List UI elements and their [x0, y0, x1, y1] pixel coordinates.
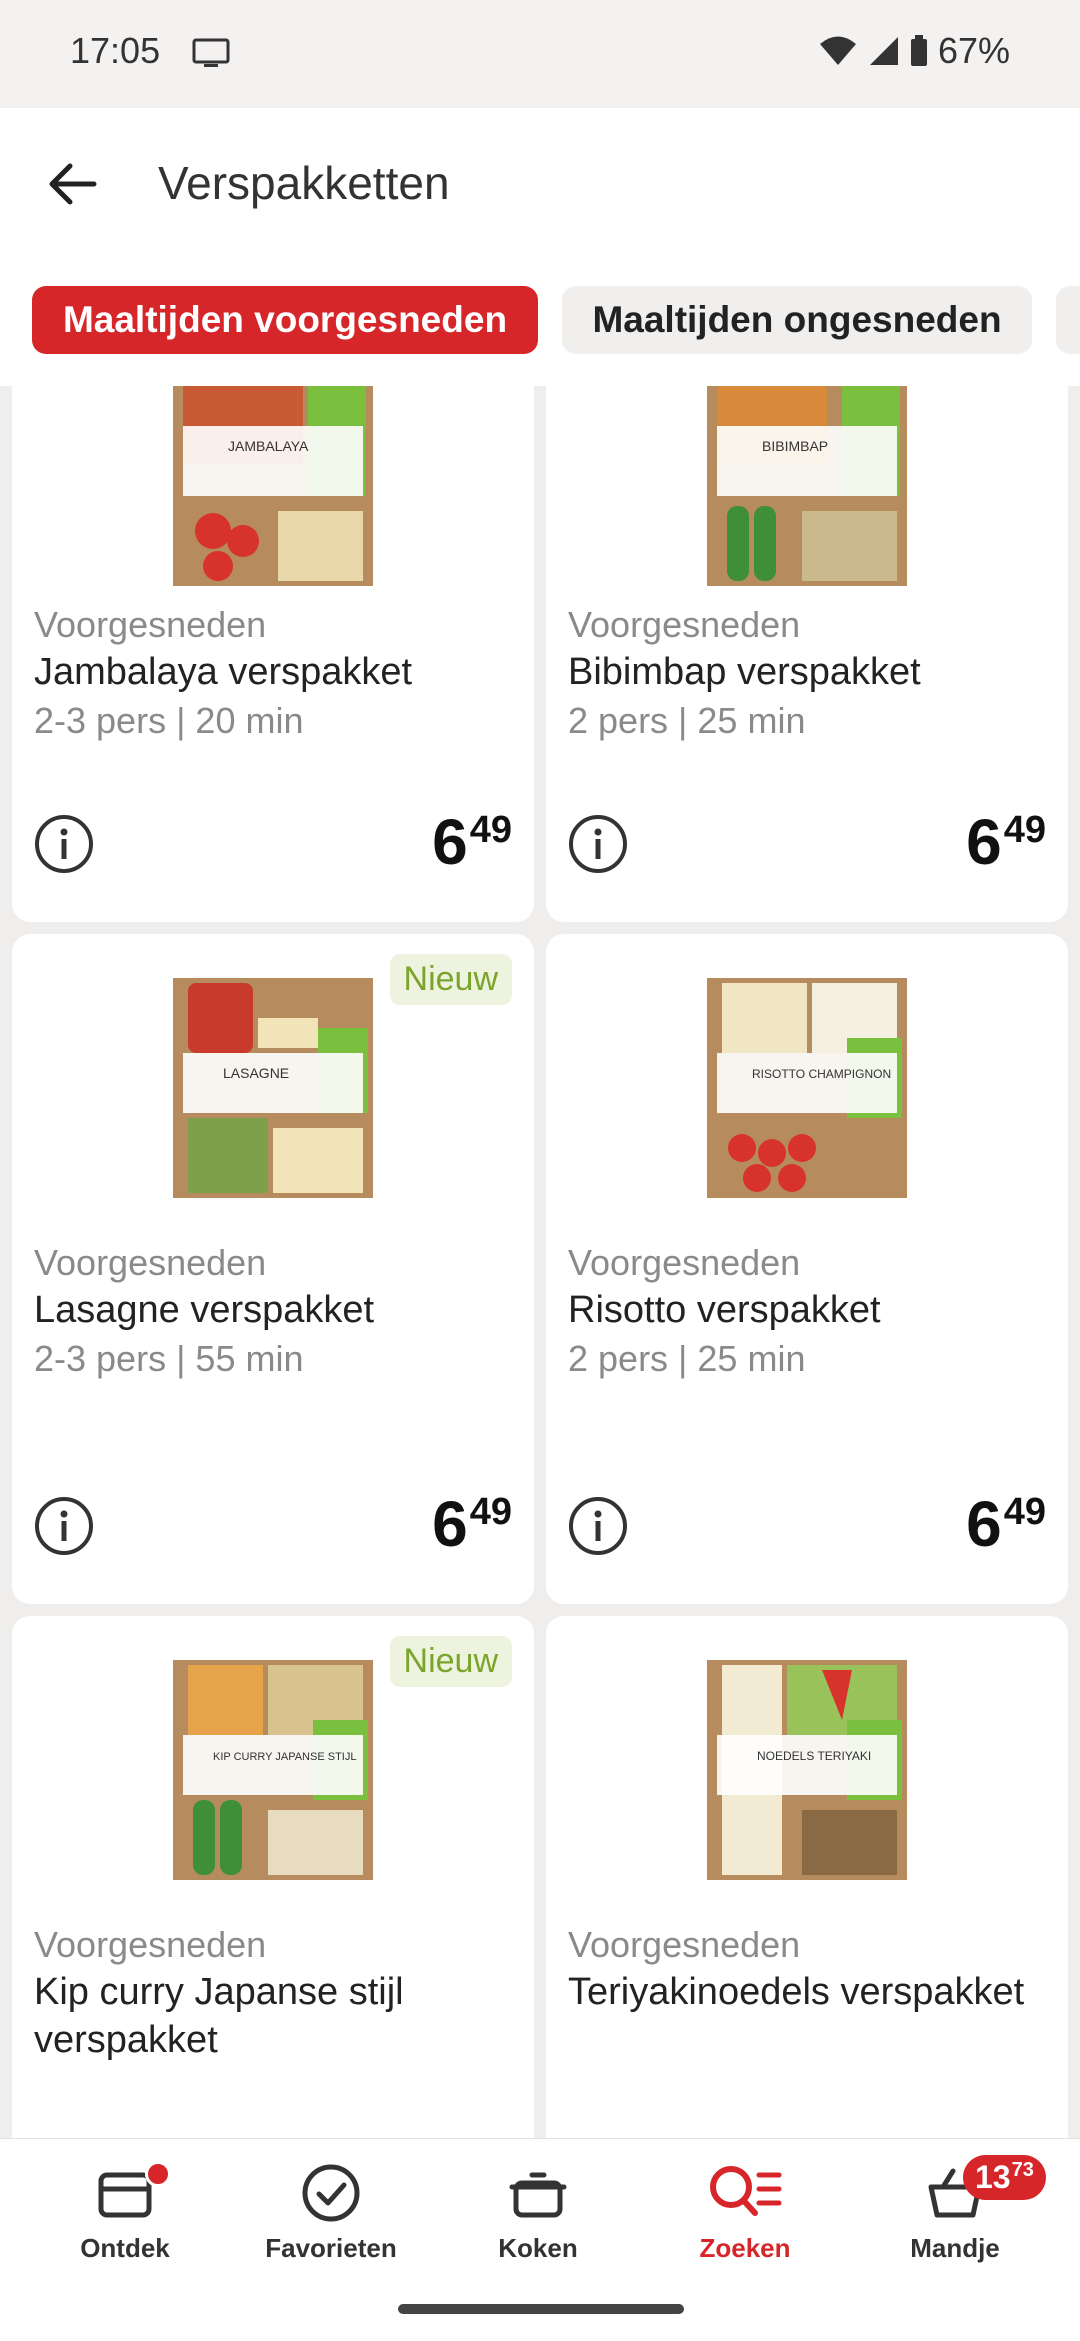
product-image: RISOTTO CHAMPIGNON: [707, 978, 907, 1198]
svg-text:KIP CURRY JAPANSE STIJL: KIP CURRY JAPANSE STIJL: [213, 1751, 356, 1763]
product-image: BIBIMBAP: [707, 386, 907, 586]
notification-dot: [145, 2161, 171, 2187]
product-name: Jambalaya verspakket: [34, 651, 413, 693]
back-arrow-icon[interactable]: [40, 152, 104, 216]
filter-chips: Maaltijden voorgesneden Maaltijden onges…: [0, 258, 1080, 386]
product-card[interactable]: Nieuw KIP CURRY JAPANSE STIJL Voorgesned…: [12, 1616, 534, 2138]
product-meta: 2-3 pers | 20 min: [34, 700, 304, 741]
cooking-pot-icon: [509, 2172, 567, 2218]
product-price: 6 49: [432, 1488, 512, 1560]
product-name: Kip curry Japanse stijl verspakket: [34, 1971, 404, 2061]
page-title: Verspakketten: [158, 157, 450, 209]
product-category: Voorgesneden: [568, 1924, 801, 1965]
cart-total-badge: 13 73: [963, 2155, 1046, 2200]
chip-maaltijden-voorgesneden[interactable]: Maaltijden voorgesneden: [32, 286, 538, 354]
product-card[interactable]: Nieuw LASAGNE Voorgesneden Lasagne versp…: [12, 934, 534, 1604]
product-name: Bibimbap verspakket: [568, 651, 921, 693]
new-badge: Nieuw: [389, 1636, 512, 1687]
status-time: 17:05: [70, 30, 161, 71]
product-card[interactable]: NOEDELS TERIYAKI Voorgesneden Teriyakino…: [546, 1616, 1068, 2138]
product-card[interactable]: BIBIMBAP Voorgesneden Bibimbap verspakke…: [546, 386, 1068, 922]
search-icon: [710, 2166, 782, 2216]
product-category: Voorgesneden: [34, 1924, 267, 1965]
app-bar: Verspakketten: [0, 108, 1080, 258]
nav-koken[interactable]: Koken: [438, 2161, 638, 2264]
nav-ontdek[interactable]: Ontdek: [25, 2161, 225, 2264]
product-category: Voorgesneden: [568, 1242, 801, 1283]
chip-more[interactable]: [1056, 286, 1080, 354]
product-grid: JAMBALAYA Voorgesneden Jambalaya verspak…: [0, 386, 1080, 2138]
svg-text:BIBIMBAP: BIBIMBAP: [762, 438, 828, 454]
product-image: NOEDELS TERIYAKI: [707, 1660, 907, 1880]
chip-maaltijden-ongesneden[interactable]: Maaltijden ongesneden: [562, 286, 1032, 354]
info-icon[interactable]: [568, 814, 628, 874]
product-category: Voorgesneden: [568, 604, 801, 645]
new-badge: Nieuw: [389, 954, 512, 1005]
product-image: LASAGNE: [173, 978, 373, 1198]
product-price: 6 49: [966, 1488, 1046, 1560]
nav-favorieten[interactable]: Favorieten: [231, 2161, 431, 2264]
info-icon[interactable]: [34, 1496, 94, 1556]
svg-text:RISOTTO CHAMPIGNON: RISOTTO CHAMPIGNON: [752, 1067, 891, 1081]
wifi-icon: [819, 36, 856, 65]
product-category: Voorgesneden: [34, 604, 267, 645]
product-name: Risotto verspakket: [568, 1289, 881, 1331]
info-icon[interactable]: [568, 1496, 628, 1556]
nav-zoeken[interactable]: Zoeken: [645, 2161, 845, 2264]
info-icon[interactable]: [34, 814, 94, 874]
product-meta: 2-3 pers | 55 min: [34, 1338, 304, 1379]
product-name: Lasagne verspakket: [34, 1289, 375, 1331]
battery-percent: 67%: [937, 30, 1010, 71]
product-name: Teriyakinoedels verspakket: [568, 1971, 1025, 2013]
cast-icon: [192, 38, 230, 67]
svg-text:NOEDELS TERIYAKI: NOEDELS TERIYAKI: [757, 1749, 871, 1763]
status-bar: 17:05 67%: [0, 0, 1080, 108]
product-card[interactable]: JAMBALAYA Voorgesneden Jambalaya verspak…: [12, 386, 534, 922]
battery-icon: [910, 35, 927, 66]
product-price: 6 49: [966, 806, 1046, 878]
product-image: KIP CURRY JAPANSE STIJL: [173, 1660, 373, 1880]
product-meta: 2 pers | 25 min: [568, 700, 806, 741]
svg-text:JAMBALAYA: JAMBALAYA: [228, 438, 309, 454]
product-price: 6 49: [432, 806, 512, 878]
product-category: Voorgesneden: [34, 1242, 267, 1283]
product-meta: 2 pers | 25 min: [568, 1338, 806, 1379]
checkmark-circle-icon: [302, 2164, 360, 2222]
status-right: 67%: [818, 30, 1010, 72]
nav-mandje[interactable]: 13 73 Mandje: [855, 2155, 1055, 2264]
signal-icon: [869, 37, 898, 65]
svg-text:LASAGNE: LASAGNE: [223, 1065, 289, 1081]
product-card[interactable]: RISOTTO CHAMPIGNON Voorgesneden Risotto …: [546, 934, 1068, 1604]
home-indicator[interactable]: [398, 2304, 684, 2314]
product-image: JAMBALAYA: [173, 386, 373, 586]
